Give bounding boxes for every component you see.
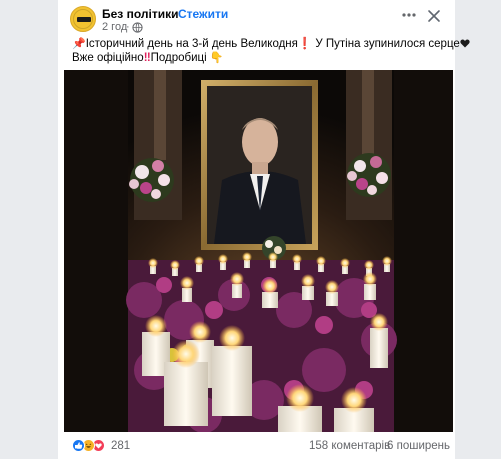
double-exclamation-emoji: ‼ [143,52,151,64]
close-icon[interactable] [427,9,441,23]
like-reaction-icon [72,439,85,452]
reaction-count[interactable]: 281 [111,440,130,452]
header-separator: · [170,7,174,21]
caption-text-2: У Путіна зупинилося серце [312,38,460,50]
caption-text-1: Історичний день на 3-й день Великодня [85,38,298,50]
post-timestamp[interactable]: 2 год [102,21,127,33]
exclamation-emoji: ❗ [297,38,313,50]
reaction-icons[interactable] [72,439,112,453]
caption-text-3: Вже офіційно [72,52,144,64]
follow-button[interactable]: Стежити [178,7,228,21]
caption-line-1: 📌Історичний день на 3-й день Великодня❗ … [72,37,470,51]
caption-line-2: Вже офіційно‼Подробиці 👇 [72,51,432,65]
globe-icon [132,22,143,33]
avatar-logo-bar [77,17,91,22]
shares-count-link[interactable]: 6 поширень [387,440,450,452]
page-avatar[interactable] [70,6,96,32]
black-heart-icon [460,39,470,48]
pointing-down-emoji: 👇 [209,52,224,64]
time-separator: · [126,21,130,33]
memorial-photo [64,70,453,432]
post-caption: 📌Історичний день на 3-й день Великодня❗ … [72,37,470,65]
caption-text-4: Подробиці [150,52,207,64]
more-horizontal-icon[interactable] [402,12,416,18]
comments-count-link[interactable]: 158 коментарів [309,440,390,452]
post-photo[interactable] [64,70,453,432]
page-name-link[interactable]: Без політики [102,7,178,21]
pin-emoji: 📌 [72,38,86,50]
